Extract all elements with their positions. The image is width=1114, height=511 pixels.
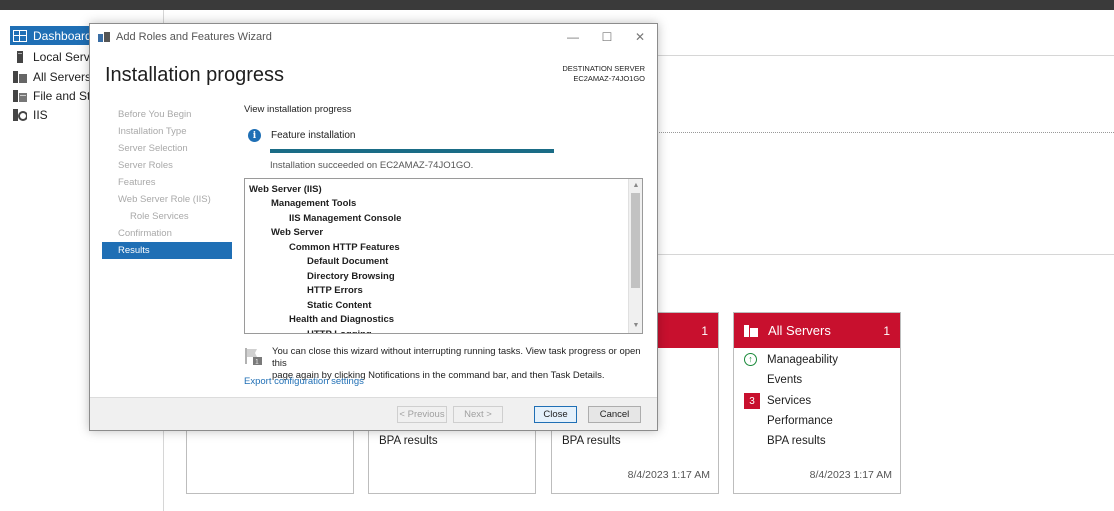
previous-button[interactable]: < Previous xyxy=(397,406,447,423)
tile-row-bpa[interactable]: BPA results xyxy=(562,435,621,447)
tile-row-bpa[interactable]: BPA results xyxy=(767,435,826,447)
tile-row-manageability[interactable]: ↑ Manageability xyxy=(744,353,838,366)
tile-count: 1 xyxy=(883,323,890,338)
scroll-up-icon[interactable]: ▲ xyxy=(629,179,642,193)
installation-status: Installation succeeded on EC2AMAZ-74JO1G… xyxy=(270,160,474,171)
title-band xyxy=(0,0,1114,10)
step-installation-type: Installation Type xyxy=(118,126,187,137)
tree-item: IIS Management Console xyxy=(289,212,402,224)
next-button[interactable]: Next > xyxy=(453,406,503,423)
servers-icon xyxy=(744,324,758,337)
cancel-button[interactable]: Cancel xyxy=(588,406,641,423)
scroll-thumb[interactable] xyxy=(631,193,640,288)
wizard-titlebar[interactable]: Add Roles and Features Wizard — ☐ ✕ xyxy=(90,24,657,50)
tree-item: Default Document xyxy=(307,256,389,268)
tree-item: HTTP Logging xyxy=(245,327,630,333)
server-icon xyxy=(13,50,27,63)
tile-row-services[interactable]: 3 Services xyxy=(744,393,811,409)
up-arrow-circle-icon: ↑ xyxy=(744,353,757,366)
step-server-selection: Server Selection xyxy=(118,143,188,154)
feature-tree: Web Server (IIS) Management Tools IIS Mana… xyxy=(245,182,630,333)
tile-timestamp: 8/4/2023 1:17 AM xyxy=(809,469,892,481)
results-list[interactable]: Web Server (IIS) Management Tools IIS Mana… xyxy=(244,178,643,334)
tree-item: HTTP Errors xyxy=(307,285,363,297)
sidebar-item-label: Dashboard xyxy=(33,28,92,43)
wizard-footer: < Previous Next > Close Cancel xyxy=(90,397,657,430)
wizard-app-icon xyxy=(98,32,110,42)
tile-row-bpa[interactable]: BPA results xyxy=(379,435,438,447)
divider xyxy=(655,132,1114,133)
destination-server: DESTINATION SERVER EC2AMAZ-74JO1GO xyxy=(562,64,645,83)
tile-row-performance[interactable]: Performance xyxy=(767,415,833,427)
step-confirmation: Confirmation xyxy=(118,228,172,239)
status-badge: 3 xyxy=(744,393,760,409)
tree-item: Web Server (IIS) xyxy=(249,183,322,195)
feature-installation-label: Feature installation xyxy=(271,130,356,141)
tree-item: Static Content xyxy=(307,299,372,311)
add-roles-wizard-dialog: Add Roles and Features Wizard — ☐ ✕ Inst… xyxy=(89,23,658,431)
progress-fill xyxy=(270,149,554,153)
info-icon: i xyxy=(248,129,261,142)
step-before-you-begin: Before You Begin xyxy=(118,109,192,120)
tile-title: All Servers xyxy=(768,323,831,338)
tile-row-events[interactable]: Events xyxy=(767,374,802,386)
content-title: View installation progress xyxy=(244,104,352,115)
storage-icon xyxy=(13,89,27,102)
maximize-button[interactable]: ☐ xyxy=(592,28,622,46)
step-server-roles: Server Roles xyxy=(118,160,173,171)
wizard-window-title: Add Roles and Features Wizard xyxy=(116,31,272,43)
tile-count: 1 xyxy=(701,323,708,338)
step-features: Features xyxy=(118,177,156,188)
tree-item: Common HTTP Features xyxy=(289,241,400,253)
notification-flag-icon: 1 xyxy=(244,346,264,366)
dashboard-icon xyxy=(13,29,27,42)
tree-item: Management Tools xyxy=(271,198,357,210)
export-configuration-link[interactable]: Export configuration settings xyxy=(244,376,364,387)
tree-item: Directory Browsing xyxy=(307,270,395,282)
servers-icon xyxy=(13,70,27,83)
scroll-down-icon[interactable]: ▼ xyxy=(629,319,642,333)
tree-item: Health and Diagnostics xyxy=(289,314,395,326)
all-servers-tile[interactable]: All Servers 1 ↑ Manageability Events 3 S… xyxy=(733,312,901,494)
page-title: Installation progress xyxy=(105,64,284,86)
tile-timestamp: 8/4/2023 1:17 AM xyxy=(627,469,710,481)
feature-installation-row: i Feature installation xyxy=(248,129,356,142)
tile-header[interactable]: All Servers 1 xyxy=(734,313,900,348)
welcome-panel xyxy=(655,55,1114,255)
installation-progress-bar xyxy=(270,149,554,153)
step-role-services: Role Services xyxy=(130,211,189,222)
screen: Dashboard Local Server All Servers File … xyxy=(0,0,1114,511)
sidebar-item-label: IIS xyxy=(33,107,48,122)
iis-icon xyxy=(13,108,28,121)
scrollbar[interactable]: ▲ ▼ xyxy=(628,179,642,333)
step-web-server-role: Web Server Role (IIS) xyxy=(118,194,211,205)
wizard-steps: Before You Begin Installation Type Serve… xyxy=(102,106,232,259)
step-results[interactable]: Results xyxy=(102,242,232,259)
close-window-button[interactable]: ✕ xyxy=(625,28,655,46)
minimize-button[interactable]: — xyxy=(558,28,588,46)
sidebar-item-label: All Servers xyxy=(33,69,92,84)
close-button[interactable]: Close xyxy=(534,406,577,423)
tree-item: Web Server xyxy=(271,227,324,239)
